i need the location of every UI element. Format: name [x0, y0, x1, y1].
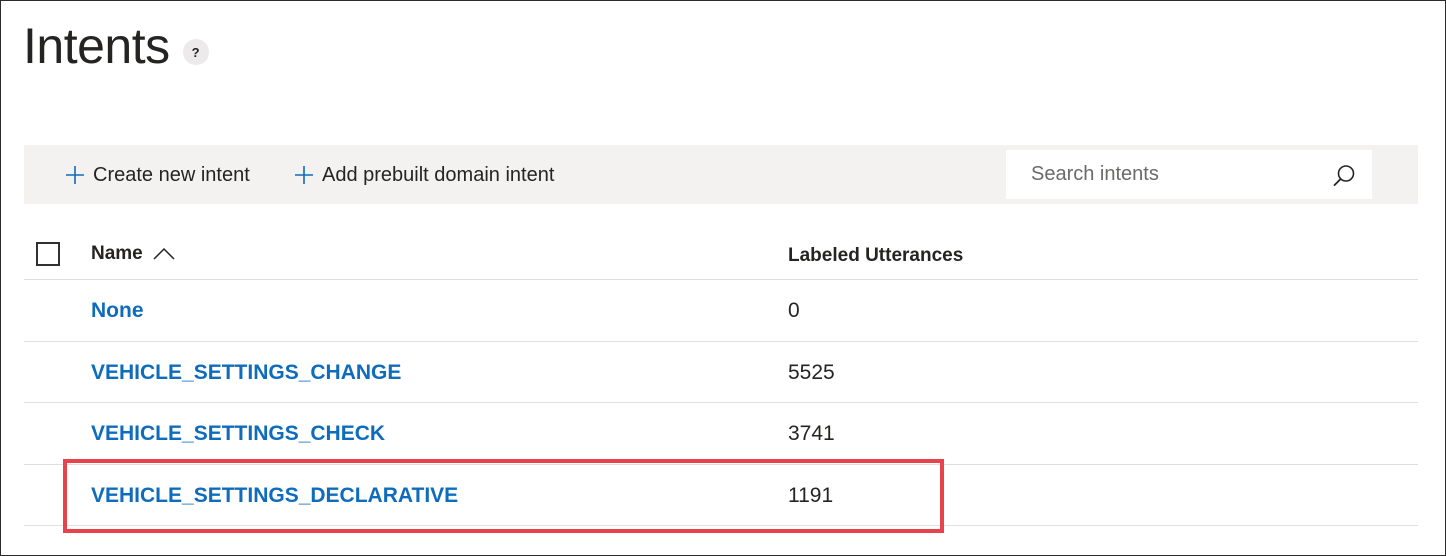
sort-ascending-icon [153, 247, 175, 260]
table-row[interactable]: VEHICLE_SETTINGS_CHECK 3741 [24, 403, 1418, 465]
table-header: Name Labeled Utterances [24, 221, 1418, 280]
name-column-header[interactable]: Name [91, 243, 175, 265]
utterance-count: 5525 [788, 360, 835, 384]
search-input[interactable] [1031, 154, 1331, 195]
utterance-count: 3741 [788, 422, 835, 445]
title-row: Intents ? [23, 15, 209, 77]
intent-link[interactable]: VEHICLE_SETTINGS_DECLARATIVE [91, 484, 458, 508]
table-row[interactable]: None 0 [24, 280, 1418, 342]
add-prebuilt-domain-intent-label: Add prebuilt domain intent [322, 163, 555, 186]
add-prebuilt-domain-intent-button[interactable]: Add prebuilt domain intent [294, 160, 554, 190]
labeled-utterances-column-header[interactable]: Labeled Utterances [788, 245, 963, 267]
utterance-count: 1191 [788, 483, 834, 507]
page-title: Intents [23, 18, 170, 74]
intent-link[interactable]: VEHICLE_SETTINGS_CHECK [91, 422, 385, 446]
plus-icon [295, 166, 313, 184]
search-box [1006, 150, 1372, 199]
create-new-intent-label: Create new intent [93, 163, 250, 186]
plus-icon [66, 166, 84, 184]
table-row[interactable]: VEHICLE_SETTINGS_DECLARATIVE 1191 [24, 465, 1418, 526]
create-new-intent-button[interactable]: Create new intent [65, 160, 250, 190]
intents-table: Name Labeled Utterances None 0 VEHICLE_S… [24, 221, 1418, 526]
toolbar: Create new intent Add prebuilt domain in… [24, 145, 1418, 204]
table-row[interactable]: VEHICLE_SETTINGS_CHANGE 5525 [24, 342, 1418, 403]
select-all-checkbox[interactable] [36, 242, 60, 266]
intent-link[interactable]: None [91, 299, 144, 323]
search-icon[interactable] [1332, 164, 1356, 188]
name-column-label: Name [91, 243, 143, 264]
utterance-count: 0 [788, 299, 800, 322]
intents-page: Intents ? Create new intent Add prebuilt… [0, 0, 1446, 556]
intent-link[interactable]: VEHICLE_SETTINGS_CHANGE [91, 361, 401, 385]
help-icon[interactable]: ? [182, 39, 209, 65]
